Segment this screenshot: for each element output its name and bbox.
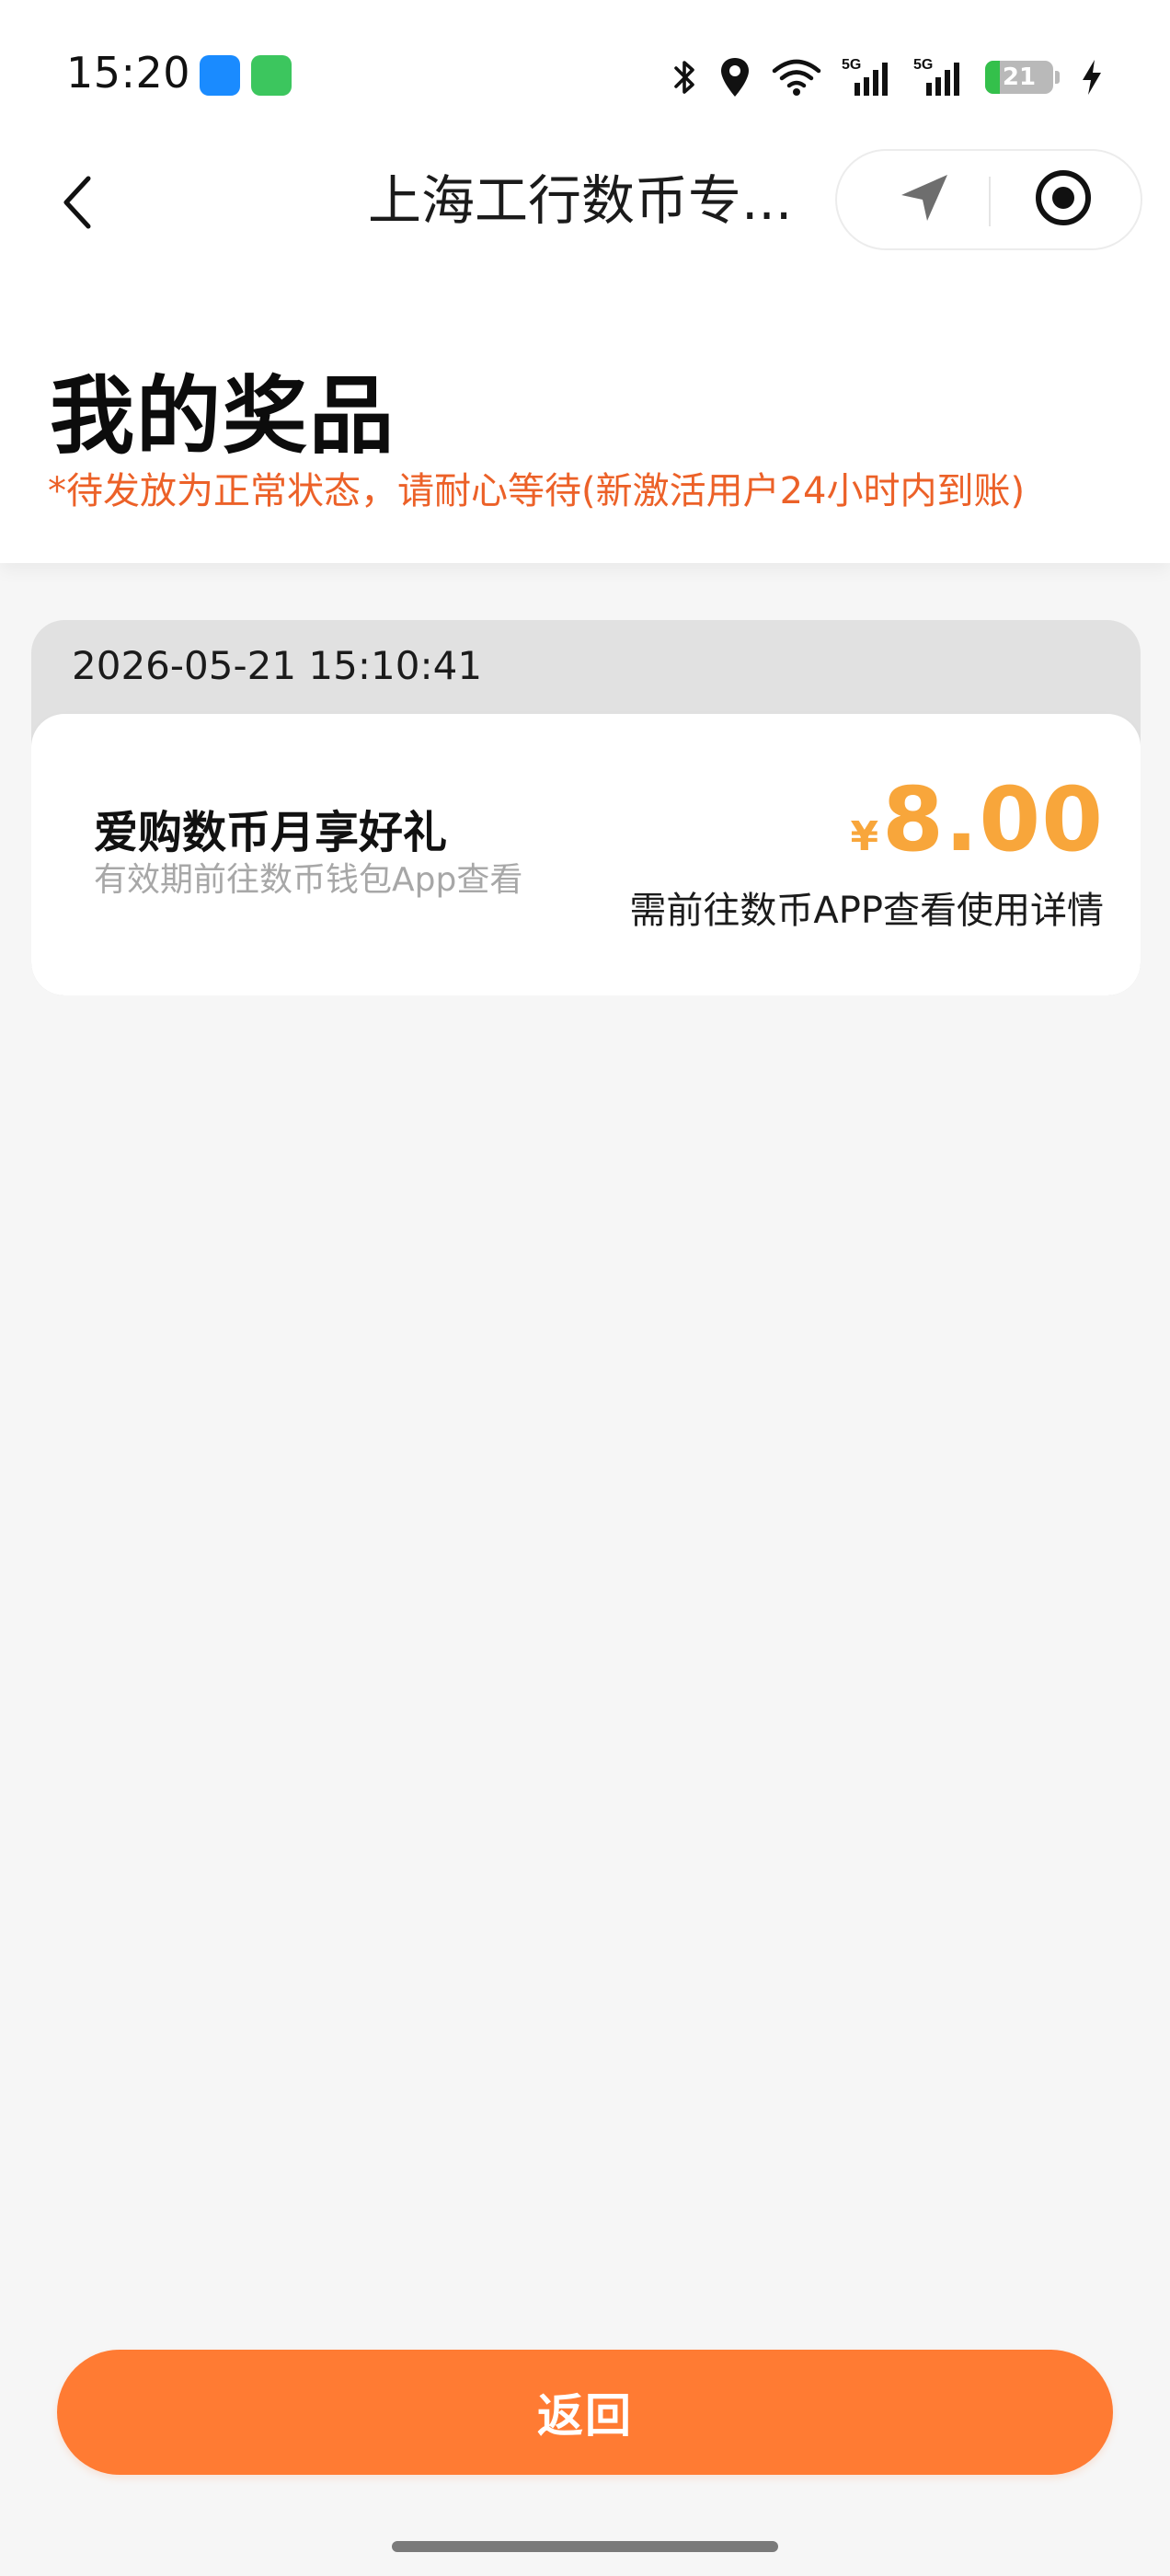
back-button[interactable] <box>40 167 114 241</box>
status-icons: 5G 5G 21 <box>672 52 1104 103</box>
signal-5g-icon: 5G <box>842 55 893 99</box>
nav-bar: 上海工行数币专... <box>0 147 1170 258</box>
chevron-left-icon <box>61 175 94 234</box>
mini-program-capsule <box>835 149 1142 250</box>
prize-card[interactable]: 2026-05-21 15:10:41 爱购数币月享好礼 有效期前往数币钱包Ap… <box>31 620 1141 995</box>
prize-value: 8.00 <box>882 768 1104 871</box>
prize-card-body: 爱购数币月享好礼 有效期前往数币钱包App查看 ¥ 8.00 需前往数币APP查… <box>31 714 1141 995</box>
svg-text:5G: 5G <box>913 57 933 73</box>
prize-amount: ¥ 8.00 <box>851 769 1104 870</box>
top-header-area: 15:20 5G 5G 21 上海工行数币专... 我的奖品 *待发放为正常状态… <box>0 0 1170 563</box>
prize-date: 2026-05-21 15:10:41 <box>72 643 483 688</box>
home-indicator[interactable] <box>392 2541 778 2552</box>
svg-text:5G: 5G <box>842 57 861 73</box>
location-arrow-icon <box>898 171 951 228</box>
battery-tip <box>1055 71 1060 84</box>
charging-icon <box>1080 58 1104 97</box>
nav-title: 上海工行数币专... <box>368 169 793 232</box>
bluetooth-icon <box>672 57 698 98</box>
close-mini-program-button[interactable] <box>1008 160 1118 239</box>
record-icon <box>1033 167 1094 232</box>
prize-validity: 有效期前往数币钱包App查看 <box>94 861 523 899</box>
page-title: 我的奖品 <box>50 367 396 466</box>
prize-usage-note: 需前往数币APP查看使用详情 <box>629 890 1104 932</box>
status-note: *待发放为正常状态，请耐心等待(新激活用户24小时内到账) <box>48 470 1026 512</box>
location-button[interactable] <box>869 160 980 239</box>
phone-notification-icon <box>251 55 292 96</box>
signal-5g-icon: 5G <box>913 55 965 99</box>
battery-icon: 21 <box>985 61 1053 94</box>
battery-level-text: 21 <box>1002 63 1037 91</box>
status-bar: 15:20 5G 5G 21 <box>0 0 1170 147</box>
wifi-icon <box>772 58 821 97</box>
app-notification-icon <box>200 55 240 96</box>
capsule-divider <box>989 177 991 226</box>
return-button[interactable]: 返回 <box>57 2350 1113 2475</box>
currency-symbol: ¥ <box>850 813 879 860</box>
status-time: 15:20 <box>66 48 191 98</box>
prize-name: 爱购数币月享好礼 <box>94 807 448 858</box>
location-pin-icon <box>718 56 751 98</box>
